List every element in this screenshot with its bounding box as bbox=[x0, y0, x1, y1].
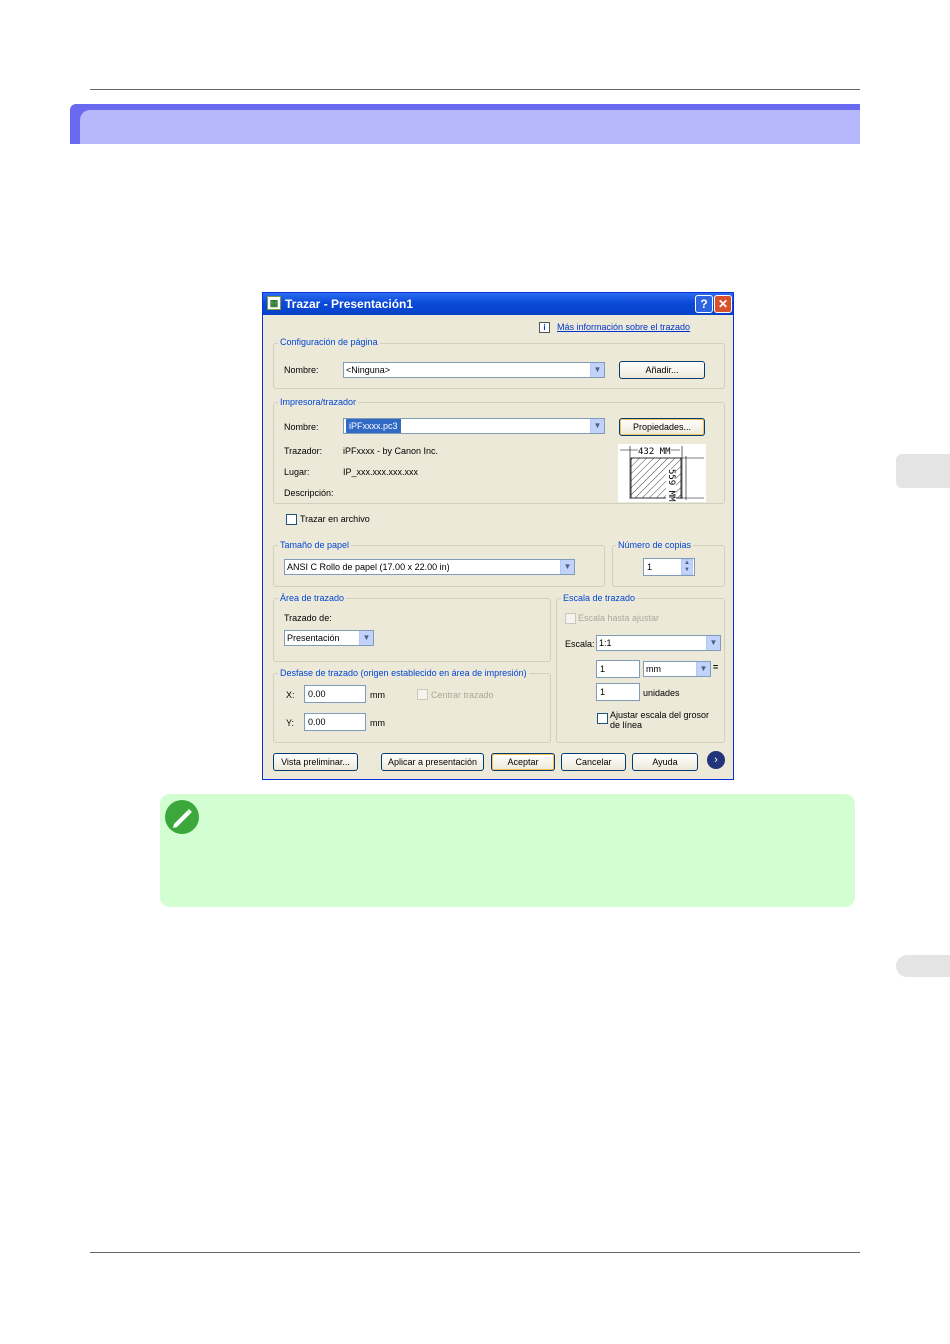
plot-scale-group-label: Escala de trazado bbox=[561, 593, 638, 603]
plot-what-label: Trazado de: bbox=[284, 613, 332, 623]
offset-x-unit: mm bbox=[370, 690, 385, 700]
dialog-titlebar[interactable]: ▦ Trazar - Presentación1 ? ✕ bbox=[263, 293, 733, 315]
chevron-down-icon[interactable]: ▼ bbox=[696, 662, 710, 676]
offset-y-input[interactable]: 0.00 bbox=[304, 713, 366, 731]
plot-offset-group-label: Desfase de trazado (origen establecido e… bbox=[278, 668, 529, 678]
center-plot-checkbox[interactable] bbox=[417, 689, 428, 700]
scale-units-input[interactable]: 1 bbox=[596, 660, 640, 678]
section-header-bar-inner bbox=[80, 110, 860, 144]
preview-height-label: 559 MM bbox=[666, 469, 676, 502]
printer-name-select[interactable]: iPFxxxx.pc3 ▼ bbox=[343, 418, 605, 434]
plot-what-value: Presentación bbox=[287, 633, 340, 643]
chevron-down-icon[interactable]: ▼ bbox=[590, 419, 604, 433]
preview-width-label: 432 MM bbox=[638, 447, 671, 457]
page-setup-name-select[interactable]: <Ninguna> ▼ bbox=[343, 362, 605, 378]
plot-what-select[interactable]: Presentación ▼ bbox=[284, 630, 374, 646]
offset-x-input[interactable]: 0.00 bbox=[304, 685, 366, 703]
cancel-button[interactable]: Cancelar bbox=[561, 753, 626, 771]
fit-to-paper-label: Escala hasta ajustar bbox=[578, 613, 660, 623]
pencil-icon bbox=[173, 809, 192, 828]
chevron-down-icon[interactable]: ▼ bbox=[590, 363, 604, 377]
paper-size-group-label: Tamaño de papel bbox=[278, 540, 352, 550]
offset-x-label: X: bbox=[286, 690, 295, 700]
plot-to-file-label: Trazar en archivo bbox=[300, 514, 370, 524]
fit-to-paper-checkbox[interactable] bbox=[565, 613, 576, 624]
page-setup-name-value: <Ninguna> bbox=[346, 365, 391, 375]
help-button[interactable]: Ayuda bbox=[632, 753, 698, 771]
page-setup-group-label: Configuración de página bbox=[278, 337, 380, 347]
scale-equals: = bbox=[713, 662, 719, 672]
top-rule bbox=[90, 89, 860, 90]
plot-info-link[interactable]: Más información sobre el trazado bbox=[557, 322, 690, 332]
plotter-label: Trazador: bbox=[284, 446, 323, 456]
chapter-tab bbox=[896, 454, 950, 488]
copies-group-label: Número de copias bbox=[616, 540, 694, 550]
scale-drawing-units-input[interactable]: 1 bbox=[596, 683, 640, 701]
add-page-setup-button[interactable]: Añadir... bbox=[619, 361, 705, 379]
chevron-down-icon[interactable]: ▼ bbox=[706, 636, 720, 650]
paper-size-select[interactable]: ANSI C Rollo de papel (17.00 x 22.00 in)… bbox=[284, 559, 575, 575]
chevron-down-icon[interactable]: ▼ bbox=[560, 560, 574, 574]
page-setup-name-label: Nombre: bbox=[284, 365, 319, 375]
paper-size-value: ANSI C Rollo de papel (17.00 x 22.00 in) bbox=[287, 562, 450, 572]
printer-group-label: Impresora/trazador bbox=[278, 397, 359, 407]
location-label: Lugar: bbox=[284, 467, 310, 477]
center-plot-label: Centrar trazado bbox=[431, 690, 494, 700]
description-label: Descripción: bbox=[284, 488, 334, 498]
plot-offset-group bbox=[273, 673, 551, 743]
more-options-icon[interactable]: › bbox=[707, 751, 725, 769]
plot-area-group-label: Área de trazado bbox=[278, 593, 347, 603]
autocad-plot-icon: ▦ bbox=[267, 296, 281, 310]
pencil-note-icon bbox=[165, 800, 199, 834]
dialog-title: Trazar - Presentación1 bbox=[285, 297, 414, 311]
index-tab bbox=[896, 955, 950, 977]
ok-button[interactable]: Aceptar bbox=[491, 753, 555, 771]
properties-button[interactable]: Propiedades... bbox=[619, 418, 705, 436]
scale-lineweights-label: Ajustar escala del grosor de línea bbox=[610, 710, 710, 730]
info-icon: i bbox=[539, 322, 550, 333]
apply-to-layout-button[interactable]: Aplicar a presentación bbox=[381, 753, 484, 771]
note-box bbox=[160, 794, 855, 907]
printer-name-label: Nombre: bbox=[284, 422, 319, 432]
plotter-value: iPFxxxx - by Canon Inc. bbox=[343, 446, 439, 456]
help-title-button[interactable]: ? bbox=[695, 295, 713, 313]
scale-units-select[interactable]: mm ▼ bbox=[643, 661, 711, 677]
scale-label: Escala: bbox=[565, 639, 595, 649]
bottom-rule bbox=[90, 1252, 860, 1253]
offset-y-label: Y: bbox=[286, 718, 295, 728]
chevron-down-icon[interactable]: ▼ bbox=[359, 631, 373, 645]
printer-name-value: iPFxxxx.pc3 bbox=[346, 419, 401, 433]
scale-select[interactable]: 1:1 ▼ bbox=[596, 635, 721, 651]
plot-to-file-checkbox[interactable] bbox=[286, 514, 297, 525]
close-button[interactable]: ✕ bbox=[714, 295, 732, 313]
offset-y-unit: mm bbox=[370, 718, 385, 728]
scale-drawing-units-label: unidades bbox=[643, 688, 680, 698]
plot-dialog: ▦ Trazar - Presentación1 ? ✕ i Más infor… bbox=[262, 292, 734, 780]
scale-value: 1:1 bbox=[599, 638, 612, 648]
preview-button[interactable]: Vista preliminar... bbox=[273, 753, 358, 771]
scale-lineweights-checkbox[interactable] bbox=[597, 713, 608, 724]
paper-preview: 432 MM 559 MM bbox=[618, 444, 706, 502]
location-value: IP_xxx.xxx.xxx.xxx bbox=[343, 467, 419, 477]
scale-units-select-value: mm bbox=[646, 664, 661, 674]
copies-spinner[interactable]: ▲ ▼ bbox=[681, 559, 693, 575]
